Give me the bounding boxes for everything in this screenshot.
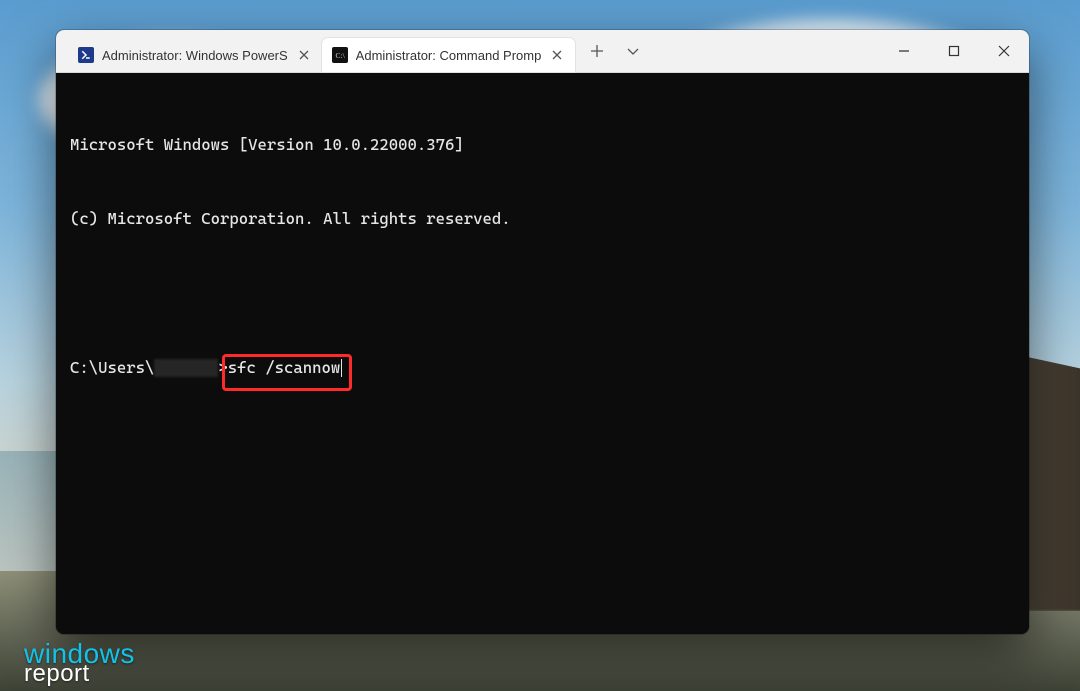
terminal-window: Administrator: Windows PowerS C:\ Admini…	[56, 30, 1029, 634]
typed-command: sfc /scannow	[228, 358, 341, 377]
terminal-prompt-line: C:\Users\ >sfc /scannow	[70, 356, 1015, 381]
tab-cmd[interactable]: C:\ Administrator: Command Promp	[322, 38, 576, 72]
chevron-down-icon	[626, 44, 640, 58]
redacted-username	[154, 359, 218, 377]
new-tab-button[interactable]	[579, 30, 615, 72]
titlebar[interactable]: Administrator: Windows PowerS C:\ Admini…	[56, 30, 1029, 73]
tab-label: Administrator: Windows PowerS	[102, 48, 288, 63]
tab-actions	[575, 30, 655, 72]
prompt-prefix: C:\Users\	[70, 358, 154, 377]
tab-dropdown-button[interactable]	[615, 30, 651, 72]
terminal-viewport[interactable]: Microsoft Windows [Version 10.0.22000.37…	[56, 73, 1029, 634]
tab-close-button[interactable]	[549, 47, 565, 63]
powershell-icon	[78, 47, 94, 63]
titlebar-drag-area[interactable]	[655, 30, 879, 72]
terminal-blank-line	[70, 281, 1015, 306]
terminal-output-line: (c) Microsoft Corporation. All rights re…	[70, 207, 1015, 232]
desktop-wallpaper: Administrator: Windows PowerS C:\ Admini…	[0, 0, 1080, 691]
close-icon	[998, 45, 1010, 57]
minimize-button[interactable]	[879, 30, 929, 72]
plus-icon	[590, 44, 604, 58]
text-cursor	[341, 359, 342, 377]
tab-strip: Administrator: Windows PowerS C:\ Admini…	[56, 30, 575, 72]
minimize-icon	[898, 45, 910, 57]
terminal-output-line: Microsoft Windows [Version 10.0.22000.37…	[70, 133, 1015, 158]
cmd-icon: C:\	[332, 47, 348, 63]
tab-close-button[interactable]	[296, 47, 312, 63]
tab-powershell[interactable]: Administrator: Windows PowerS	[68, 38, 322, 72]
maximize-icon	[948, 45, 960, 57]
svg-text:C:\: C:\	[335, 51, 345, 60]
watermark: windows report	[24, 643, 135, 683]
close-button[interactable]	[979, 30, 1029, 72]
window-controls	[879, 30, 1029, 72]
tab-label: Administrator: Command Promp	[356, 48, 542, 63]
prompt-suffix: >	[218, 358, 227, 377]
maximize-button[interactable]	[929, 30, 979, 72]
